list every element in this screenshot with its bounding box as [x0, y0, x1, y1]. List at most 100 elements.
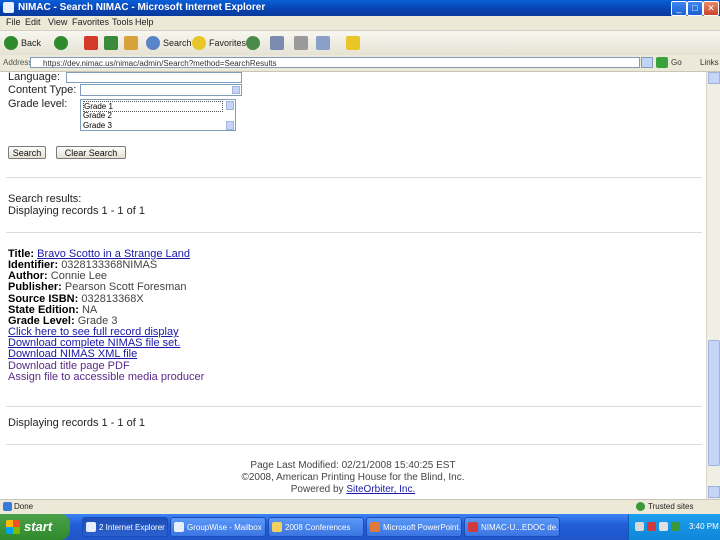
menu-edit[interactable]: Edit — [25, 17, 41, 27]
windows-logo-icon — [6, 520, 20, 534]
powered-by-line: Powered by SiteOrbiter, Inc. — [0, 484, 706, 495]
status-bar: Done Trusted sites — [0, 499, 720, 515]
menu-file[interactable]: File — [6, 17, 21, 27]
start-button[interactable]: start — [0, 514, 70, 540]
taskbar-item[interactable]: NIMAC-U...EDOC de... — [464, 517, 560, 537]
record-publisher-row: Publisher: Pearson Scott Foresman — [8, 281, 187, 293]
taskbar: start 2 Internet Explorer GroupWise - Ma… — [0, 514, 720, 540]
vertical-scrollbar[interactable] — [706, 72, 720, 499]
history-icon — [246, 35, 260, 50]
go-arrow-icon[interactable] — [656, 57, 668, 68]
history-button[interactable] — [246, 34, 260, 51]
content-type-label: Content Type: — [8, 84, 77, 96]
tray-icon[interactable] — [659, 522, 668, 531]
folder-icon — [272, 522, 282, 532]
forward-arrow-icon — [54, 35, 68, 50]
scroll-up-icon[interactable] — [226, 101, 234, 110]
menu-favorites[interactable]: Favorites — [72, 17, 109, 27]
refresh-icon — [104, 35, 118, 50]
print-button[interactable] — [294, 34, 308, 51]
divider — [6, 177, 702, 178]
powered-by-link[interactable]: SiteOrbiter, Inc. — [346, 484, 415, 495]
mail-icon — [270, 35, 284, 50]
grade-option[interactable]: Grade 3 — [83, 121, 112, 130]
stop-button[interactable] — [84, 34, 98, 51]
divider — [6, 406, 702, 407]
window-title: NIMAC - Search NIMAC - Microsoft Interne… — [18, 2, 266, 13]
scrollbar-thumb[interactable] — [708, 340, 720, 466]
links-button[interactable]: Links — [700, 58, 719, 67]
minimize-button[interactable]: _ — [671, 1, 687, 16]
divider — [6, 232, 702, 233]
scroll-down-arrow-icon[interactable] — [708, 486, 720, 498]
grade-option[interactable]: Grade 2 — [83, 111, 112, 120]
stop-icon — [84, 35, 98, 50]
close-button[interactable]: ✕ — [703, 1, 719, 16]
taskbar-item[interactable]: 2008 Conferences — [268, 517, 364, 537]
address-label: Address — [3, 58, 33, 67]
page-icon — [3, 502, 12, 511]
menu-bar: File Edit View Favorites Tools Help — [0, 16, 720, 31]
status-text: Done — [14, 502, 34, 511]
pdf-icon — [468, 522, 478, 532]
title-bar: NIMAC - Search NIMAC - Microsoft Interne… — [0, 0, 720, 16]
refresh-button[interactable] — [104, 34, 118, 51]
back-button[interactable]: Back — [4, 34, 41, 51]
menu-tools[interactable]: Tools — [112, 17, 133, 27]
language-select[interactable] — [66, 72, 242, 83]
grade-level-label: Grade level: — [8, 98, 68, 110]
tray-icon[interactable] — [635, 522, 644, 531]
address-input[interactable]: https://dev.nimac.us/nimac/admin/Search?… — [30, 57, 640, 68]
assign-file-link[interactable]: Assign file to accessible media producer — [8, 371, 204, 383]
edit-icon — [316, 35, 330, 50]
tray-icon[interactable] — [647, 522, 656, 531]
taskbar-item[interactable]: GroupWise - Mailbox — [170, 517, 266, 537]
system-tray: 3:40 PM — [628, 514, 720, 540]
ie-icon — [86, 522, 96, 532]
address-dropdown[interactable] — [641, 57, 653, 68]
favorites-button[interactable]: Favorites — [192, 34, 246, 51]
maximize-button[interactable]: □ — [687, 1, 703, 16]
copyright-text: ©2008, American Printing House for the B… — [241, 472, 465, 483]
taskbar-item[interactable]: 2 Internet Explorer — [82, 517, 168, 537]
taskbar-item[interactable]: Microsoft PowerPoint... — [366, 517, 462, 537]
address-bar: Address https://dev.nimac.us/nimac/admin… — [0, 55, 720, 72]
chevron-down-icon — [232, 86, 240, 94]
search-icon — [146, 35, 160, 50]
clock: 3:40 PM — [689, 522, 719, 531]
back-arrow-icon — [4, 35, 18, 50]
forward-button[interactable] — [54, 34, 68, 51]
displaying-records-top: Displaying records 1 - 1 of 1 — [8, 205, 145, 217]
edit-button[interactable] — [316, 34, 330, 51]
menu-view[interactable]: View — [48, 17, 67, 27]
publisher-label: Publisher: — [8, 281, 62, 293]
mail-button[interactable] — [270, 34, 284, 51]
powerpoint-icon — [370, 522, 380, 532]
groupwise-icon — [174, 522, 184, 532]
menu-help[interactable]: Help — [135, 17, 154, 27]
clear-search-button[interactable]: Clear Search — [56, 146, 126, 159]
security-zone: Trusted sites — [648, 502, 694, 511]
go-button[interactable]: Go — [671, 58, 682, 67]
search-results-heading: Search results: — [8, 193, 82, 205]
page-content: Language: Content Type: Grade level: Gra… — [0, 72, 706, 499]
folder-icon — [346, 35, 360, 50]
tray-icon[interactable] — [671, 522, 680, 531]
language-label: Language: — [8, 72, 60, 83]
last-modified-text: Page Last Modified: 02/21/2008 15:40:25 … — [250, 460, 456, 471]
scroll-down-icon[interactable] — [226, 121, 234, 130]
toolbar: Back Search Favorites — [0, 31, 720, 56]
star-icon — [192, 35, 206, 50]
home-button[interactable] — [124, 34, 138, 51]
trusted-sites-icon — [636, 502, 645, 511]
publisher-value: Pearson Scott Foresman — [64, 281, 187, 293]
download-xml-link[interactable]: Download NIMAS XML file — [8, 348, 137, 360]
search-submit-button[interactable]: Search — [8, 146, 46, 159]
grade-level-listbox[interactable]: Grade 1 Grade 2 Grade 3 — [80, 99, 236, 131]
scroll-up-arrow-icon[interactable] — [708, 72, 720, 84]
messenger-button[interactable] — [346, 34, 360, 51]
print-icon — [294, 35, 308, 50]
content-type-select[interactable] — [80, 84, 242, 96]
ie-app-icon — [3, 2, 14, 13]
search-button[interactable]: Search — [146, 34, 192, 51]
